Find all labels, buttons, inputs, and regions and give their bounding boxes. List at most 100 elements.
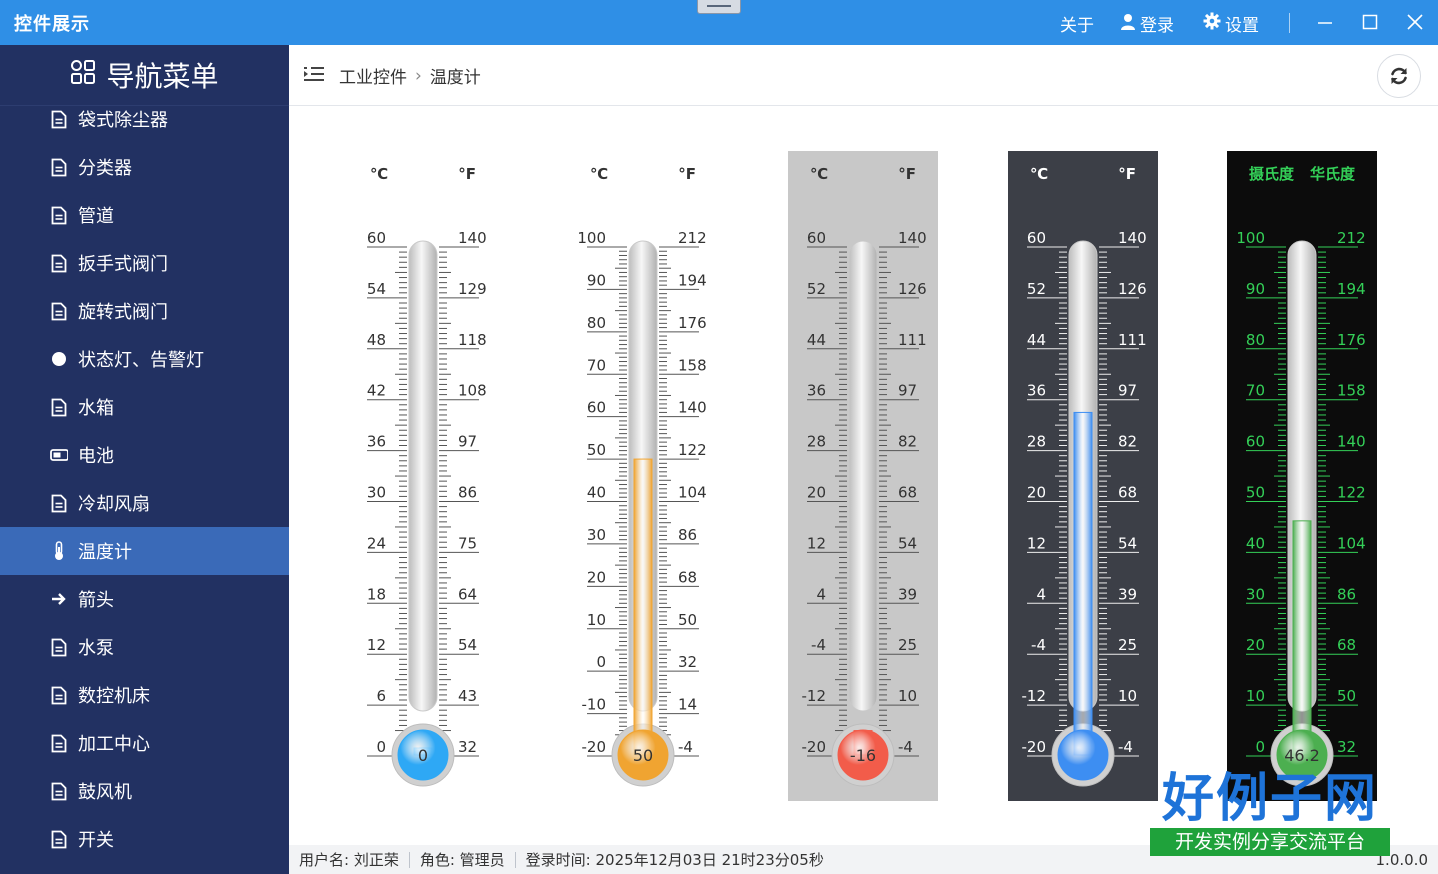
scale-label-fahrenheit: 32 (1337, 738, 1356, 756)
sidebar-item[interactable]: 袋式除尘器 (0, 95, 289, 143)
scale-label-celsius: 20 (1027, 484, 1046, 502)
scale-label-fahrenheit: 32 (458, 738, 477, 756)
scale-label-celsius: 70 (587, 356, 606, 374)
scale-label-fahrenheit: 126 (898, 280, 927, 298)
unit-right-label: 华氏度 (1310, 165, 1356, 183)
sidebar-item[interactable]: 开关 (0, 815, 289, 863)
sidebar-item-label: 鼓风机 (78, 782, 132, 803)
scale-label-fahrenheit: 43 (458, 687, 477, 705)
sidebar-item-label: 水箱 (78, 398, 114, 419)
scale-label-celsius: 24 (367, 534, 386, 552)
sidebar-item-label: 状态灯、告警灯 (78, 350, 204, 371)
menu-toggle-button[interactable] (303, 65, 325, 87)
scale-label-fahrenheit: 111 (898, 331, 927, 349)
sidebar-item[interactable]: 电池 (0, 431, 289, 479)
settings-button[interactable]: 设置 (1203, 11, 1259, 36)
sidebar-item-label: 温度计 (78, 542, 132, 563)
scale-label-fahrenheit: 140 (458, 229, 487, 247)
maximize-button[interactable] (1355, 7, 1385, 37)
scale-label-celsius: 40 (587, 484, 606, 502)
sidebar-item[interactable]: 状态灯、告警灯 (0, 335, 289, 383)
scale-label-fahrenheit: 176 (1337, 331, 1366, 349)
scale-label-fahrenheit: 194 (678, 271, 707, 289)
scale-label-fahrenheit: 68 (678, 568, 697, 586)
sidebar-item[interactable]: 管道 (0, 191, 289, 239)
scale-label-fahrenheit: 10 (898, 687, 917, 705)
scale-label-celsius: -20 (582, 738, 607, 756)
sidebar-item[interactable]: 旋转式阀门 (0, 287, 289, 335)
sidebar-item[interactable]: 冷却风扇 (0, 479, 289, 527)
scale-label-fahrenheit: -4 (898, 738, 913, 756)
sidebar-item-label: 旋转式阀门 (78, 302, 168, 323)
scale-label-celsius: 4 (1036, 585, 1046, 603)
thermometer-4: ℃ °F 60 52 44 36 28 20 12 4 -4 -12 -20 140 126 111 97 82 6… (1008, 151, 1158, 801)
sidebar-item[interactable]: 数控机床 (0, 671, 289, 719)
scale-label-fahrenheit: -4 (678, 738, 693, 756)
title-bar: 控件展示 关于 登录 设置 (0, 0, 1438, 45)
scale-label-celsius: 36 (367, 433, 386, 451)
scale-label-celsius: 6 (376, 687, 386, 705)
sidebar-item[interactable]: 加工中心 (0, 719, 289, 767)
sidebar-item[interactable]: 分类器 (0, 143, 289, 191)
arrow-right-icon (50, 589, 68, 609)
scale-label-celsius: 20 (587, 568, 606, 586)
breadcrumb-parent[interactable]: 工业控件 (339, 63, 407, 88)
sidebar-item-label: 管道 (78, 206, 114, 227)
scale-label-celsius: 40 (1246, 534, 1265, 552)
scale-label-celsius: 60 (1027, 229, 1046, 247)
sidebar-item[interactable]: 水泵 (0, 623, 289, 671)
scale-label-celsius: 30 (587, 526, 606, 544)
scale-label-fahrenheit: 176 (678, 314, 707, 332)
sidebar-item[interactable]: 扳手式阀门 (0, 239, 289, 287)
titlebar-divider (1289, 13, 1290, 33)
scale-label-celsius: 42 (367, 382, 386, 400)
minimize-button[interactable] (1310, 7, 1340, 37)
login-button[interactable]: 登录 (1120, 11, 1174, 36)
watermark-slogan: 开发实例分享交流平台 (1150, 828, 1390, 856)
scale-label-fahrenheit: 140 (1118, 229, 1147, 247)
sidebar-item[interactable]: 鼓风机 (0, 767, 289, 815)
close-icon (1407, 14, 1423, 30)
sidebar-item[interactable]: 箭头 (0, 575, 289, 623)
document-icon (50, 253, 68, 273)
sidebar-menu: 袋式除尘器 分类器管道扳手式阀门旋转式阀门状态灯、告警灯 水箱电池 冷却风扇温度计箭头… (0, 95, 289, 863)
scale-label-fahrenheit: 86 (1337, 585, 1356, 603)
scale-label-fahrenheit: 25 (898, 636, 917, 654)
thermometer-bulb (1057, 729, 1109, 781)
scale-label-fahrenheit: 39 (1118, 585, 1137, 603)
scale-label-fahrenheit: 194 (1337, 280, 1366, 298)
scale-label-celsius: 60 (807, 229, 826, 247)
scale-label-celsius: 100 (1236, 229, 1265, 247)
scale-label-celsius: 60 (1246, 433, 1265, 451)
unit-right-label: °F (898, 165, 916, 183)
scale-label-fahrenheit: 39 (898, 585, 917, 603)
thermometer-2: ℃ °F 100 90 80 70 60 50 40 30 20 10 0 -10 -20 212 194 176… (568, 151, 718, 801)
scale-label-fahrenheit: 75 (458, 534, 477, 552)
scale-label-celsius: 100 (577, 229, 606, 247)
scale-label-fahrenheit: 126 (1118, 280, 1147, 298)
sidebar: 导航菜单 袋式除尘器 分类器 管道 扳手式阀门 旋转式阀门 状态灯、告警灯 水箱 电池 冷却风扇… (0, 45, 289, 874)
scale-label-celsius: 70 (1246, 382, 1265, 400)
scale-label-fahrenheit: 32 (678, 653, 697, 671)
scale-label-celsius: 44 (807, 331, 826, 349)
scale-label-fahrenheit: 97 (1118, 382, 1137, 400)
close-button[interactable] (1400, 7, 1430, 37)
scale-label-fahrenheit: 64 (458, 585, 477, 603)
about-button[interactable]: 关于 (1060, 11, 1094, 36)
gear-icon (1203, 12, 1221, 35)
sidebar-item[interactable]: 水箱 (0, 383, 289, 431)
maximize-icon (1362, 14, 1378, 30)
refresh-button[interactable] (1377, 54, 1421, 98)
sidebar-item[interactable]: 温度计 (0, 527, 289, 575)
breadcrumb-current: 温度计 (429, 68, 481, 88)
thermometer-icon (50, 541, 68, 561)
thermometer-value: 50 (633, 746, 653, 765)
scale-label-fahrenheit: 158 (1337, 382, 1366, 400)
circle-icon (50, 349, 68, 369)
drag-handle[interactable] (697, 0, 741, 14)
breadcrumb: 工业控件 › 温度计 (339, 63, 481, 89)
thermometer-value: -16 (850, 746, 876, 765)
scale-label-fahrenheit: 68 (1118, 484, 1137, 502)
scale-label-fahrenheit: 108 (458, 382, 487, 400)
unit-left-label: ℃ (1030, 165, 1048, 183)
